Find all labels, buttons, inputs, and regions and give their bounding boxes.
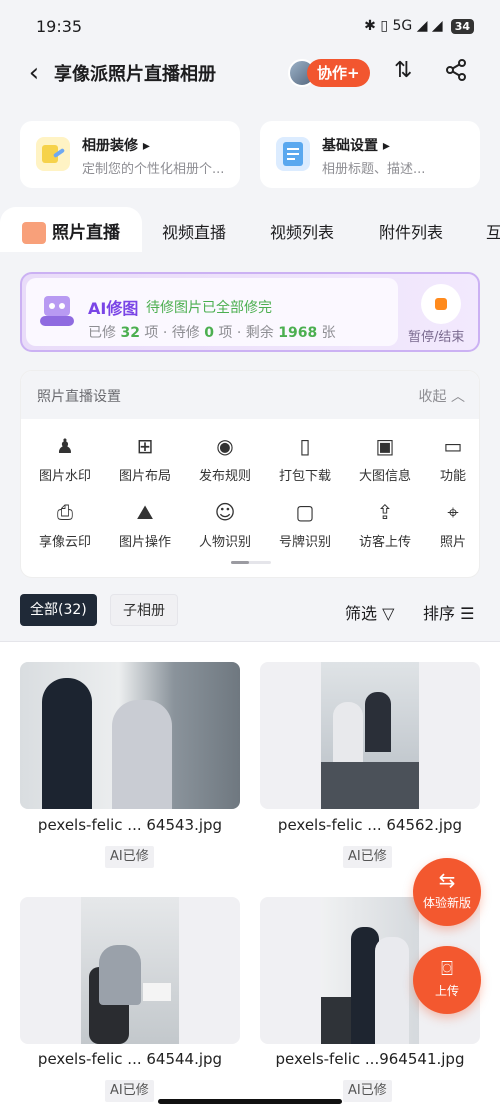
swap-icon: ⇆ [438,868,456,892]
tool-cloud-print[interactable]: ⎙ 享像云印 [25,499,105,550]
battery-icon: 34 [450,18,474,34]
sort-icon[interactable]: ⇅ [394,58,412,83]
zip-icon: ▯ [299,434,311,458]
collab-button[interactable]: 协作+ [307,59,370,87]
settings-title: 照片直播设置 [37,389,121,405]
photo-image [321,897,419,1044]
photo-image [81,897,179,1044]
sub-album-chip[interactable]: 子相册 [110,594,178,626]
filter-all-chip[interactable]: 全部(32) [20,594,97,626]
decor-card-desc: 定制您的个性化相册个... [82,162,225,177]
ai-retouched-tag: AI已修 [105,1080,154,1102]
tab-video-list[interactable]: 视频列表 [270,219,334,243]
more-icon: ▭ [443,434,463,458]
decor-card-title: 相册装修 ▸ [82,138,150,154]
photo-filename: pexels-felic ... 64562.jpg [277,816,463,834]
tool-functions[interactable]: ▭ 功能 [413,433,479,484]
image-icon: ⛰ [136,500,154,524]
tool-face-recognition[interactable]: ☺ 人物识别 [185,499,265,550]
photo-image [20,662,240,809]
upload-label: 上传 [434,984,459,998]
collapse-button[interactable]: 收起 ︿ [419,386,465,406]
ai-retouched-tag: AI已修 [343,846,392,868]
plate-scan-icon: ▢ [295,500,315,524]
photo-thumb[interactable] [20,897,240,1044]
chevron-up-icon: ︿ [451,389,465,405]
stop-label[interactable]: 暂停/结束 [408,326,464,345]
try-new-version-button[interactable]: ⇆ 体验新版 [413,858,481,926]
tab-more[interactable]: 互 [486,219,500,243]
ai-stats: 已修 32 项 · 待修 0 项 · 剩余 1968 张 [88,325,336,341]
camera-upload-icon: ⌼ [441,956,453,980]
tab-attachment-list[interactable]: 附件列表 [379,219,443,243]
status-time: 19:35 [36,16,83,36]
tab-photo-live[interactable]: 照片直播 [22,218,120,244]
funnel-icon: ▽ [382,604,395,623]
ai-robot-icon [36,290,78,332]
settings-header: 照片直播设置 收起 ︿ [21,371,479,419]
ai-title: AI修图 [88,299,139,318]
photo-thumb[interactable] [20,662,240,809]
ai-retouched-tag: AI已修 [343,1080,392,1102]
decor-card[interactable]: 相册装修 ▸ 定制您的个性化相册个... [20,121,240,188]
status-bar: 19:35 ✱ ▯ 5G ◢ ◢ 34 [0,0,500,52]
tools-scroll-indicator [231,561,271,564]
photo-filename: pexels-felic ... 64543.jpg [37,816,223,834]
palette-icon [36,137,70,171]
sort-lines-icon: ☰ [460,604,475,623]
tab-bar: 照片直播 视频直播 视频列表 附件列表 互 [0,207,500,252]
page-title: 享像派照片直播相册 [54,64,216,85]
tool-photo[interactable]: ⌖ 照片 [413,499,479,550]
stop-button[interactable] [421,284,461,324]
live-settings-panel: 照片直播设置 收起 ︿ ♟ 图片水印 ⊞ 图片布局 ◉ 发布规则 ▯ 打包下载 ▣ 大图信… [20,370,480,578]
photo-icon: ⌖ [447,500,459,524]
stop-icon [435,298,447,310]
photo-live-icon [22,222,46,244]
back-icon[interactable]: ‹ [22,58,46,88]
basic-settings-title: 基础设置 ▸ [322,138,390,154]
sort-button[interactable]: 排序 ☰ [423,600,474,624]
status-icon-glyphs: ✱ ▯ 5G ◢ ◢ [364,18,443,34]
upload-button[interactable]: ⌼ 上传 [413,946,481,1014]
person-icon: ♟ [56,434,74,458]
face-scan-icon: ☺ [214,500,236,524]
home-indicator[interactable] [158,1099,342,1104]
ai-retouch-bar: AI修图 待修图片已全部修完 已修 32 项 · 待修 0 项 · 剩余 196… [20,272,480,352]
status-icons: ✱ ▯ 5G ◢ ◢ 34 [364,18,474,34]
tool-layout[interactable]: ⊞ 图片布局 [105,433,185,484]
tool-plate-recognition[interactable]: ▢ 号牌识别 [265,499,345,550]
ai-retouch-panel[interactable]: AI修图 待修图片已全部修完 已修 32 项 · 待修 0 项 · 剩余 196… [26,278,398,346]
share-icon[interactable] [444,58,468,88]
filter-bar: 全部(32) 子相册 筛选 ▽ 排序 ☰ [0,594,500,634]
tab-video-live[interactable]: 视频直播 [162,219,226,243]
eye-icon: ◉ [216,434,234,458]
tool-publish-rules[interactable]: ◉ 发布规则 [185,433,265,484]
nav-bar: ‹ 享像派照片直播相册 协作+ ⇅ [0,52,500,92]
tool-pack-download[interactable]: ▯ 打包下载 [265,433,345,484]
tool-watermark[interactable]: ♟ 图片水印 [25,433,105,484]
tool-image-ops[interactable]: ⛰ 图片操作 [105,499,185,550]
try-new-version-label: 体验新版 [422,896,471,910]
grid-icon: ⊞ [136,434,154,458]
basic-settings-card[interactable]: 基础设置 ▸ 相册标题、描述... [260,121,480,188]
settings-doc-icon [276,137,310,171]
photo-thumb[interactable] [260,662,480,809]
ai-status: 待修图片已全部修完 [146,300,272,316]
photo-image [321,662,419,809]
ai-retouched-tag: AI已修 [105,846,154,868]
basic-settings-desc: 相册标题、描述... [322,162,426,177]
filter-button[interactable]: 筛选 ▽ [345,600,394,624]
photo-filename: pexels-felic ... 64544.jpg [37,1050,223,1068]
print-icon: ⎙ [57,500,73,524]
photo-filename: pexels-felic ...964541.jpg [275,1050,465,1068]
